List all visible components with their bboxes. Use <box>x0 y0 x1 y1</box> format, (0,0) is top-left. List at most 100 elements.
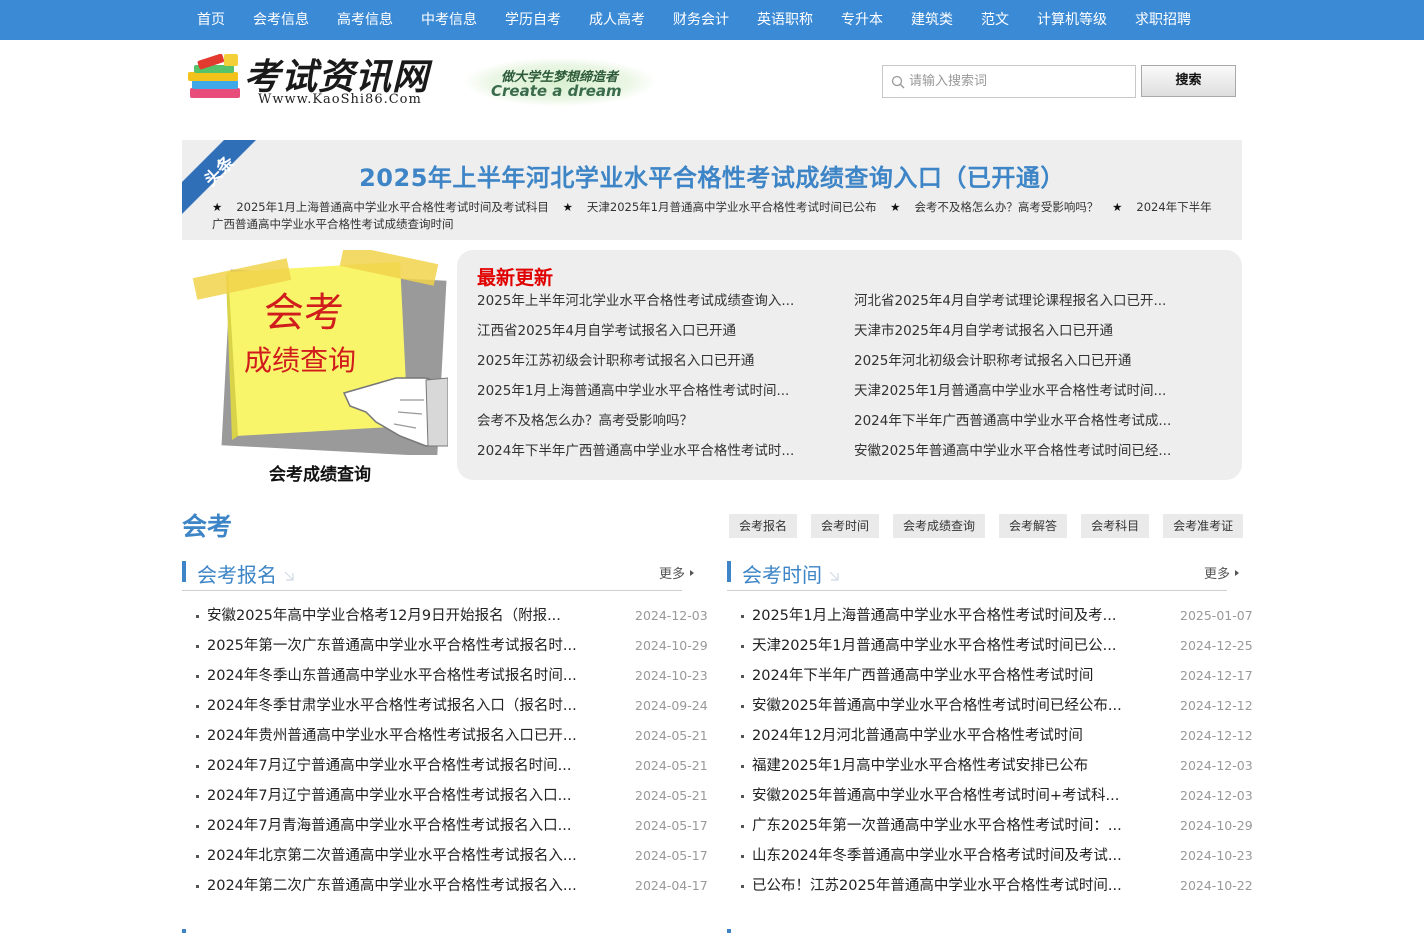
list-item[interactable]: 安徽2025年普通高中学业水平合格性考试时间已经公布... 2024-12-12 <box>741 691 1253 721</box>
search-input[interactable] <box>909 66 1131 97</box>
corner-arrow-icon <box>284 571 294 581</box>
star-icon: ★ <box>562 200 573 214</box>
score-query-poster[interactable]: 会考 成绩查询 会考成绩查询 <box>186 244 449 485</box>
item-title[interactable]: 2025年第一次广东普通高中学业水平合格性考试报名时... <box>207 631 577 661</box>
item-date: 2024-12-03 <box>1180 758 1253 773</box>
item-title[interactable]: 2024年冬季甘肃学业水平合格性考试报名入口（报名时... <box>207 691 577 721</box>
list-item[interactable]: 山东2024年冬季普通高中学业水平合格考试时间及考试... 2024-10-23 <box>741 841 1253 871</box>
list-item[interactable]: 2024年北京第二次普通高中学业水平合格性考试报名入... 2024-05-17 <box>196 841 708 871</box>
more-link[interactable]: 更多 <box>1204 563 1241 582</box>
nav-item-jisuanji[interactable]: 计算机等级 <box>1023 0 1121 40</box>
sticky-note-illustration: 会考 成绩查询 <box>192 244 449 457</box>
item-title[interactable]: 福建2025年1月高中学业水平合格性考试安排已公布 <box>752 751 1088 781</box>
nav-item-gaokao[interactable]: 高考信息 <box>323 0 407 40</box>
latest-link[interactable]: 江西省2025年4月自学考试报名入口已开通 <box>477 316 794 346</box>
latest-link[interactable]: 2024年下半年广西普通高中学业水平合格性考试成... <box>854 406 1171 436</box>
tag-huikao-jieda[interactable]: 会考解答 <box>999 514 1068 538</box>
item-date: 2024-12-12 <box>1180 698 1253 713</box>
list-item[interactable]: 2024年第二次广东普通高中学业水平合格性考试报名入... 2024-04-17 <box>196 871 708 901</box>
list-item[interactable]: 2024年7月辽宁普通高中学业水平合格性考试报名入口... 2024-05-21 <box>196 781 708 811</box>
poster-caption[interactable]: 会考成绩查询 <box>186 460 454 485</box>
item-title[interactable]: 2024年7月辽宁普通高中学业水平合格性考试报名时间... <box>207 751 571 781</box>
item-title[interactable]: 天津2025年1月普通高中学业水平合格性考试时间已公... <box>752 631 1116 661</box>
bullet <box>741 645 744 648</box>
list-item[interactable]: 安徽2025年普通高中学业水平合格性考试时间+考试科... 2024-12-03 <box>741 781 1253 811</box>
bullet <box>741 705 744 708</box>
nav-item-zhongkao[interactable]: 中考信息 <box>407 0 491 40</box>
headline-title[interactable]: 2025年上半年河北学业水平合格性考试成绩查询入口（已开通） <box>182 158 1242 193</box>
item-title[interactable]: 2025年1月上海普通高中学业水平合格性考试时间及考... <box>752 601 1116 631</box>
list-item[interactable]: 2024年12月河北普通高中学业水平合格性考试时间 2024-12-12 <box>741 721 1253 751</box>
item-title[interactable]: 2024年7月青海普通高中学业水平合格性考试报名入口... <box>207 811 571 841</box>
tag-huikao-kemu[interactable]: 会考科目 <box>1081 514 1150 538</box>
nav-item-home[interactable]: 首页 <box>182 0 239 40</box>
site-logo[interactable]: 考试资讯网 Wwww.KaoShi86.Com <box>182 48 442 110</box>
list-item[interactable]: 广东2025年第一次普通高中学业水平合格性考试时间：... 2024-10-29 <box>741 811 1253 841</box>
tag-huikao-shijian[interactable]: 会考时间 <box>811 514 880 538</box>
latest-link[interactable]: 2025年河北初级会计职称考试报名入口已开通 <box>854 346 1171 376</box>
nav-item-chengkao[interactable]: 成人高考 <box>575 0 659 40</box>
more-link[interactable]: 更多 <box>659 563 696 582</box>
list-item[interactable]: 福建2025年1月高中学业水平合格性考试安排已公布 2024-12-03 <box>741 751 1253 781</box>
latest-link[interactable]: 2025年江苏初级会计职称考试报名入口已开通 <box>477 346 794 376</box>
bullet <box>741 675 744 678</box>
headline-sub-link[interactable]: 2025年1月上海普通高中学业水平合格性考试时间及考试科目 <box>236 200 549 214</box>
nav-item-fanwen[interactable]: 范文 <box>967 0 1023 40</box>
latest-link[interactable]: 天津2025年1月普通高中学业水平合格性考试时间... <box>854 376 1171 406</box>
bullet <box>196 765 199 768</box>
list-item[interactable]: 2025年第一次广东普通高中学业水平合格性考试报名时... 2024-10-29 <box>196 631 708 661</box>
nav-item-yingyu[interactable]: 英语职称 <box>743 0 827 40</box>
item-title[interactable]: 安徽2025年高中学业合格考12月9日开始报名（附报... <box>207 601 561 631</box>
latest-link[interactable]: 会考不及格怎么办？高考受影响吗？ <box>477 406 794 436</box>
tag-huikao-chengji[interactable]: 会考成绩查询 <box>893 514 986 538</box>
list-item[interactable]: 已公布！江苏2025年普通高中学业水平合格性考试时间... 2024-10-22 <box>741 871 1253 901</box>
item-title[interactable]: 2024年贵州普通高中学业水平合格性考试报名入口已开... <box>207 721 577 751</box>
list-item[interactable]: 2024年冬季山东普通高中学业水平合格性考试报名时间... 2024-10-23 <box>196 661 708 691</box>
latest-link[interactable]: 天津市2025年4月自学考试报名入口已开通 <box>854 316 1171 346</box>
column-title[interactable]: 会考报名 <box>197 559 277 588</box>
latest-link[interactable]: 安徽2025年普通高中学业水平合格性考试时间已经... <box>854 436 1171 466</box>
item-title[interactable]: 已公布！江苏2025年普通高中学业水平合格性考试时间... <box>752 871 1122 901</box>
tag-huikao-zhunkaozheng[interactable]: 会考准考证 <box>1163 514 1244 538</box>
search-button[interactable]: 搜索 <box>1141 65 1236 97</box>
nav-item-huikao[interactable]: 会考信息 <box>239 0 323 40</box>
item-title[interactable]: 2024年冬季山东普通高中学业水平合格性考试报名时间... <box>207 661 577 691</box>
nav-item-kuaiji[interactable]: 财务会计 <box>659 0 743 40</box>
column-title[interactable]: 会考时间 <box>742 559 822 588</box>
nav-item-zikao[interactable]: 学历自考 <box>491 0 575 40</box>
section-tag-list: 会考报名 会考时间 会考成绩查询 会考解答 会考科目 会考准考证 <box>729 514 1244 538</box>
tag-huikao-baoming[interactable]: 会考报名 <box>729 514 798 538</box>
item-title[interactable]: 安徽2025年普通高中学业水平合格性考试时间已经公布... <box>752 691 1122 721</box>
item-title[interactable]: 广东2025年第一次普通高中学业水平合格性考试时间：... <box>752 811 1122 841</box>
list-item[interactable]: 2024年7月辽宁普通高中学业水平合格性考试报名时间... 2024-05-21 <box>196 751 708 781</box>
headline-sub-link[interactable]: 会考不及格怎么办？高考受影响吗？ <box>914 200 1098 214</box>
list-item[interactable]: 2024年贵州普通高中学业水平合格性考试报名入口已开... 2024-05-21 <box>196 721 708 751</box>
list-item[interactable]: 2024年7月青海普通高中学业水平合格性考试报名入口... 2024-05-17 <box>196 811 708 841</box>
column-footer-mark <box>182 929 186 933</box>
nav-item-jianzhu[interactable]: 建筑类 <box>897 0 967 40</box>
latest-link[interactable]: 2025年1月上海普通高中学业水平合格性考试时间... <box>477 376 794 406</box>
search-icon <box>891 75 905 89</box>
item-title[interactable]: 2024年下半年广西普通高中学业水平合格性考试时间 <box>752 661 1093 691</box>
bullet <box>196 735 199 738</box>
list-item[interactable]: 天津2025年1月普通高中学业水平合格性考试时间已公... 2024-12-25 <box>741 631 1253 661</box>
item-title[interactable]: 2024年12月河北普通高中学业水平合格性考试时间 <box>752 721 1083 751</box>
item-title[interactable]: 2024年第二次广东普通高中学业水平合格性考试报名入... <box>207 871 577 901</box>
item-title[interactable]: 2024年北京第二次普通高中学业水平合格性考试报名入... <box>207 841 577 871</box>
top-nav-list: 首页 会考信息 高考信息 中考信息 学历自考 成人高考 财务会计 英语职称 专升… <box>182 0 1205 40</box>
nav-item-qiuzhi[interactable]: 求职招聘 <box>1121 0 1205 40</box>
list-item[interactable]: 2024年冬季甘肃学业水平合格性考试报名入口（报名时... 2024-09-24 <box>196 691 708 721</box>
list-item[interactable]: 2024年下半年广西普通高中学业水平合格性考试时间 2024-12-17 <box>741 661 1253 691</box>
nav-item-zhuanshengben[interactable]: 专升本 <box>827 0 897 40</box>
item-title[interactable]: 安徽2025年普通高中学业水平合格性考试时间+考试科... <box>752 781 1119 811</box>
item-title[interactable]: 2024年7月辽宁普通高中学业水平合格性考试报名入口... <box>207 781 571 811</box>
headline-sub-link[interactable]: 天津2025年1月普通高中学业水平合格性考试时间已公布 <box>587 200 877 214</box>
bullet <box>741 615 744 618</box>
list-item[interactable]: 安徽2025年高中学业合格考12月9日开始报名（附报... 2024-12-03 <box>196 601 708 631</box>
latest-link[interactable]: 2025年上半年河北学业水平合格性考试成绩查询入... <box>477 286 794 316</box>
latest-link[interactable]: 2024年下半年广西普通高中学业水平合格性考试时... <box>477 436 794 466</box>
list-item[interactable]: 2025年1月上海普通高中学业水平合格性考试时间及考... 2025-01-07 <box>741 601 1253 631</box>
section-title[interactable]: 会考 <box>182 507 232 543</box>
item-title[interactable]: 山东2024年冬季普通高中学业水平合格考试时间及考试... <box>752 841 1122 871</box>
latest-link[interactable]: 河北省2025年4月自学考试理论课程报名入口已开... <box>854 286 1171 316</box>
